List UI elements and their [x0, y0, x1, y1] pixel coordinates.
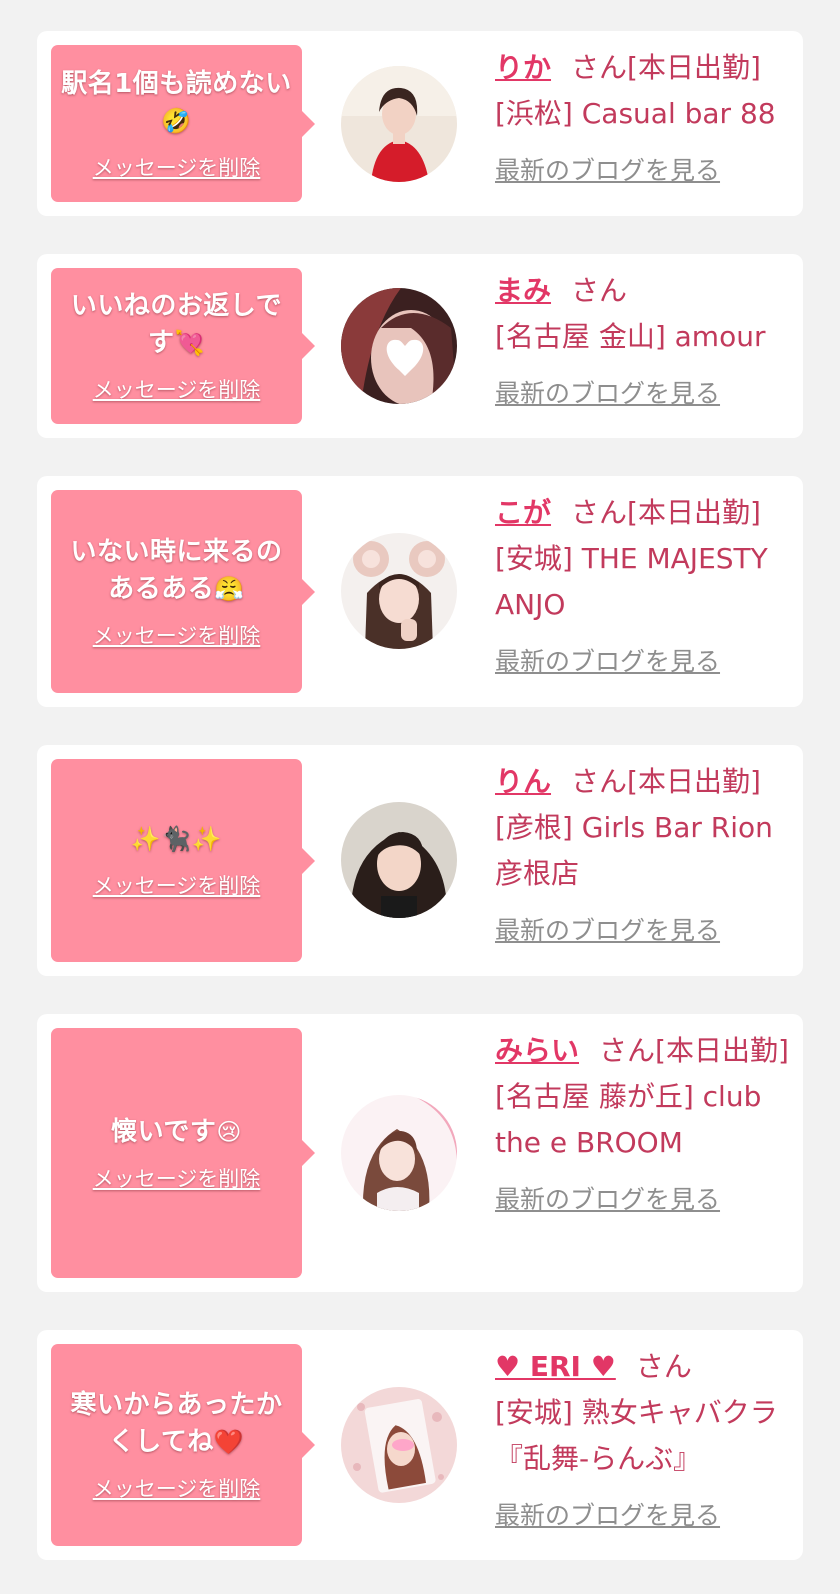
message-body: 駅名1個も読めない [61, 68, 292, 99]
latest-blog-link[interactable]: 最新のブログを見る [495, 1496, 791, 1532]
shop-name: [浜松] Casual bar 88 [495, 97, 776, 130]
avatar-photo-icon [341, 533, 457, 649]
message-card: 寒いからあったかくしてね❤️ メッセージを削除 ♥ ERI ♥ さん [安城] 熟… [37, 1330, 803, 1560]
shop-name: [安城] 熟女キャバクラ『乱舞-らんぶ』 [495, 1396, 778, 1475]
message-emoji: ✨🐈‍⬛✨ [130, 825, 223, 853]
avatar[interactable] [341, 288, 457, 404]
avatar[interactable] [341, 66, 457, 182]
message-card: いない時に来るのあるある😤 メッセージを削除 こが さん[本日出勤] [安城] T… [37, 476, 803, 707]
delete-message-link[interactable]: メッセージを削除 [93, 374, 261, 404]
message-bubble: 懐いです😢 メッセージを削除 [51, 1028, 315, 1278]
delete-message-link[interactable]: メッセージを削除 [93, 152, 261, 182]
message-bubble: 寒いからあったかくしてね❤️ メッセージを削除 [51, 1344, 315, 1546]
profile-name-link[interactable]: りん [495, 765, 551, 798]
avatar-photo-icon [341, 1095, 457, 1211]
profile-name-link[interactable]: みらい [495, 1034, 579, 1067]
delete-message-link[interactable]: メッセージを削除 [93, 870, 261, 900]
name-line: こが さん[本日出勤] [495, 490, 791, 536]
profile-name-link[interactable]: ♥ ERI ♥ [495, 1350, 616, 1383]
profile-info: みらい さん[本日出勤] [名古屋 藤が丘] club the e BROOM 最… [495, 1028, 791, 1216]
profile-info: ♥ ERI ♥ さん [安城] 熟女キャバクラ『乱舞-らんぶ』 最新のブログを見る [495, 1344, 791, 1532]
latest-blog-link[interactable]: 最新のブログを見る [495, 1180, 791, 1216]
avatar-photo-icon [341, 288, 457, 404]
message-body: 懐いです [111, 1116, 217, 1147]
delete-message-link[interactable]: メッセージを削除 [93, 1473, 261, 1503]
avatar-photo-icon [341, 1387, 457, 1503]
name-line: まみ さん [495, 268, 791, 314]
message-emoji: 💘 [174, 329, 205, 357]
name-line: りん さん[本日出勤] [495, 759, 791, 805]
delete-message-link[interactable]: メッセージを削除 [93, 1163, 261, 1193]
avatar[interactable] [341, 802, 457, 918]
latest-blog-link[interactable]: 最新のブログを見る [495, 151, 791, 187]
name-line: りか さん[本日出勤] [495, 45, 791, 91]
profile-info: りか さん[本日出勤] [浜松] Casual bar 88 最新のブログを見る [495, 45, 791, 187]
shop-name: [彦根] Girls Bar Rion 彦根店 [495, 811, 773, 890]
message-bubble: ✨🐈‍⬛✨ メッセージを削除 [51, 759, 315, 962]
honorific: さん [571, 274, 628, 307]
name-line: みらい さん[本日出勤] [495, 1028, 791, 1074]
avatar-photo-icon [341, 66, 457, 182]
profile-info: りん さん[本日出勤] [彦根] Girls Bar Rion 彦根店 最新のブロ… [495, 759, 791, 947]
honorific: さん[本日出勤] [571, 765, 761, 798]
message-text: いない時に来るのあるある😤 [61, 534, 292, 608]
honorific: さん [635, 1350, 692, 1383]
latest-blog-link[interactable]: 最新のブログを見る [495, 374, 791, 410]
message-bubble: いいねのお返しです💘 メッセージを削除 [51, 268, 315, 424]
message-card: 駅名1個も読めない 🤣 メッセージを削除 りか さん[本日出勤] [浜松] Cas… [37, 31, 803, 216]
message-emoji: ❤️ [213, 1428, 245, 1456]
latest-blog-link[interactable]: 最新のブログを見る [495, 642, 791, 678]
name-line: ♥ ERI ♥ さん [495, 1344, 791, 1390]
message-text: 懐いです😢 [111, 1114, 242, 1151]
message-bubble: 駅名1個も読めない 🤣 メッセージを削除 [51, 45, 315, 202]
profile-name-link[interactable]: こが [495, 496, 551, 529]
latest-blog-link[interactable]: 最新のブログを見る [495, 911, 791, 947]
avatar-photo-icon [341, 802, 457, 918]
message-text: ✨🐈‍⬛✨ [131, 821, 222, 858]
delete-message-link[interactable]: メッセージを削除 [93, 620, 261, 650]
avatar[interactable] [341, 1387, 457, 1503]
message-text: 駅名1個も読めない 🤣 [61, 66, 292, 140]
message-text: いいねのお返しです💘 [61, 288, 292, 362]
message-body: いない時に来るのあるある [70, 536, 283, 604]
profile-name-link[interactable]: まみ [495, 274, 551, 307]
message-emoji: 😤 [214, 574, 245, 603]
shop-name: [名古屋 藤が丘] club the e BROOM [495, 1080, 762, 1159]
honorific: さん[本日出勤] [571, 51, 761, 84]
message-card: 懐いです😢 メッセージを削除 みらい さん[本日出勤] [名古屋 藤が丘] clu… [37, 1014, 803, 1292]
shop-name: [名古屋 金山] amour [495, 320, 766, 353]
shop-name: [安城] THE MAJESTY ANJO [495, 542, 768, 621]
profile-name-link[interactable]: りか [495, 51, 551, 84]
message-bubble: いない時に来るのあるある😤 メッセージを削除 [51, 490, 315, 693]
avatar[interactable] [341, 1095, 457, 1211]
message-emoji: 🤣 [161, 106, 192, 135]
message-emoji: 😢 [216, 1117, 242, 1146]
message-text: 寒いからあったかくしてね❤️ [61, 1387, 292, 1461]
message-card: ✨🐈‍⬛✨ メッセージを削除 りん さん[本日出勤] [彦根] Girls Bar… [37, 745, 803, 976]
profile-info: まみ さん [名古屋 金山] amour 最新のブログを見る [495, 268, 791, 410]
honorific: さん[本日出勤] [571, 496, 761, 529]
message-list: 駅名1個も読めない 🤣 メッセージを削除 りか さん[本日出勤] [浜松] Cas… [0, 0, 840, 1594]
honorific: さん[本日出勤] [599, 1034, 789, 1067]
profile-info: こが さん[本日出勤] [安城] THE MAJESTY ANJO 最新のブログを… [495, 490, 791, 678]
message-body: 寒いからあったかくしてね [70, 1390, 283, 1457]
message-card: いいねのお返しです💘 メッセージを削除 まみ さん [名古屋 金山] amour … [37, 254, 803, 438]
avatar[interactable] [341, 533, 457, 649]
